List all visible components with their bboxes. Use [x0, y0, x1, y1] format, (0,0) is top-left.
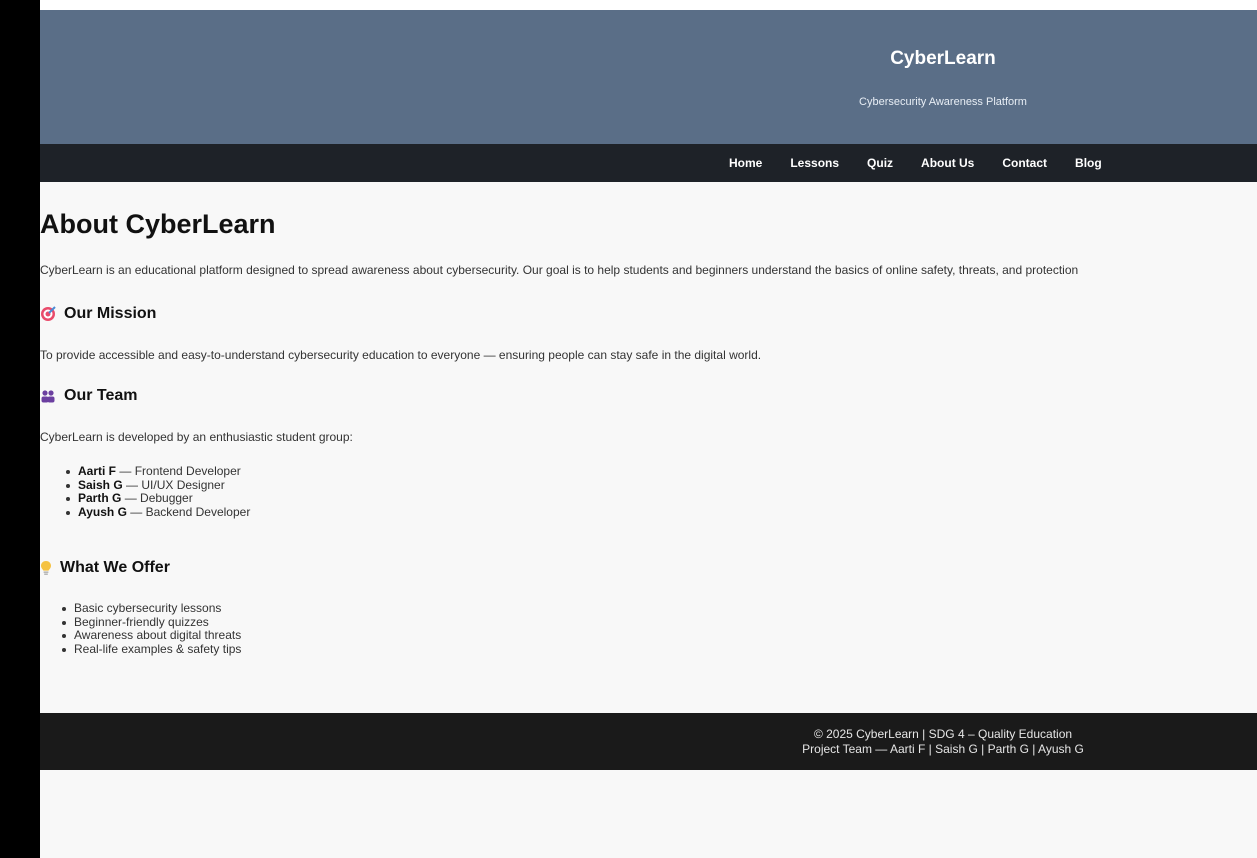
window-left-edge	[0, 0, 40, 858]
nav-quiz[interactable]: Quiz	[867, 156, 893, 170]
list-item: Parth G — Debugger	[66, 491, 250, 506]
site-subtitle: Cybersecurity Awareness Platform	[859, 96, 1027, 108]
member-name: Aarti F	[78, 464, 117, 478]
list-item: Awareness about digital threats	[62, 628, 241, 643]
intro-paragraph: CyberLearn is an educational platform de…	[40, 263, 1079, 277]
team-heading-text: Our Team	[64, 387, 138, 404]
member-name: Parth G	[78, 491, 122, 505]
team-list: Aarti F — Frontend Developer Saish G — U…	[66, 464, 251, 520]
nav-blog[interactable]: Blog	[1075, 156, 1102, 170]
member-name: Ayush G	[78, 504, 127, 519]
member-role: — Frontend Developer	[119, 464, 241, 478]
member-name: Saish G	[78, 477, 123, 492]
site-footer: © 2025 CyberLearn | SDG 4 – Quality Educ…	[40, 713, 1257, 770]
list-item: Basic cybersecurity lessons	[62, 601, 241, 616]
member-role: — UI/UX Designer	[126, 477, 225, 492]
team-heading: Our Team	[40, 387, 138, 405]
mission-heading: Our Mission	[40, 305, 156, 323]
offer-heading: What We Offer	[40, 559, 170, 577]
nav-lessons[interactable]: Lessons	[790, 156, 839, 170]
nav-contact[interactable]: Contact	[1002, 156, 1047, 170]
mission-text: To provide accessible and easy-to-unders…	[40, 348, 762, 362]
page-title: About CyberLearn	[40, 209, 276, 239]
footer-copyright: © 2025 CyberLearn | SDG 4 – Quality Educ…	[813, 727, 1073, 741]
mission-heading-text: Our Mission	[64, 305, 157, 322]
list-item: Real-life examples & safety tips	[62, 642, 241, 657]
people-icon	[40, 389, 56, 403]
main-nav: Home Lessons Quiz About Us Contact Blog	[40, 144, 1257, 182]
list-item: Beginner-friendly quizzes	[62, 615, 241, 630]
team-intro: CyberLearn is developed by an enthusiast…	[40, 430, 353, 444]
list-item: Saish G — UI/UX Designer	[66, 477, 250, 493]
list-item: Ayush G — Backend Developer	[66, 504, 251, 520]
lightbulb-icon	[40, 560, 52, 576]
member-role: — Backend Developer	[130, 504, 251, 519]
page: CyberLearn Cybersecurity Awareness Platf…	[40, 10, 1257, 858]
offer-list: Basic cybersecurity lessons Beginner-fri…	[62, 601, 241, 657]
nav-about-us[interactable]: About Us	[921, 156, 974, 170]
nav-list: Home Lessons Quiz About Us Contact Blog	[729, 144, 1130, 182]
footer-team: Project Team — Aarti F | Saish G | Parth…	[802, 742, 1084, 756]
list-item: Aarti F — Frontend Developer	[66, 464, 250, 479]
window-top-edge	[40, 0, 1257, 10]
site-header: CyberLearn Cybersecurity Awareness Platf…	[40, 10, 1257, 144]
member-role: — Debugger	[124, 491, 193, 505]
site-title: CyberLearn	[890, 48, 996, 69]
nav-home[interactable]: Home	[729, 156, 762, 170]
offer-heading-text: What We Offer	[60, 559, 170, 576]
target-icon	[40, 306, 56, 322]
